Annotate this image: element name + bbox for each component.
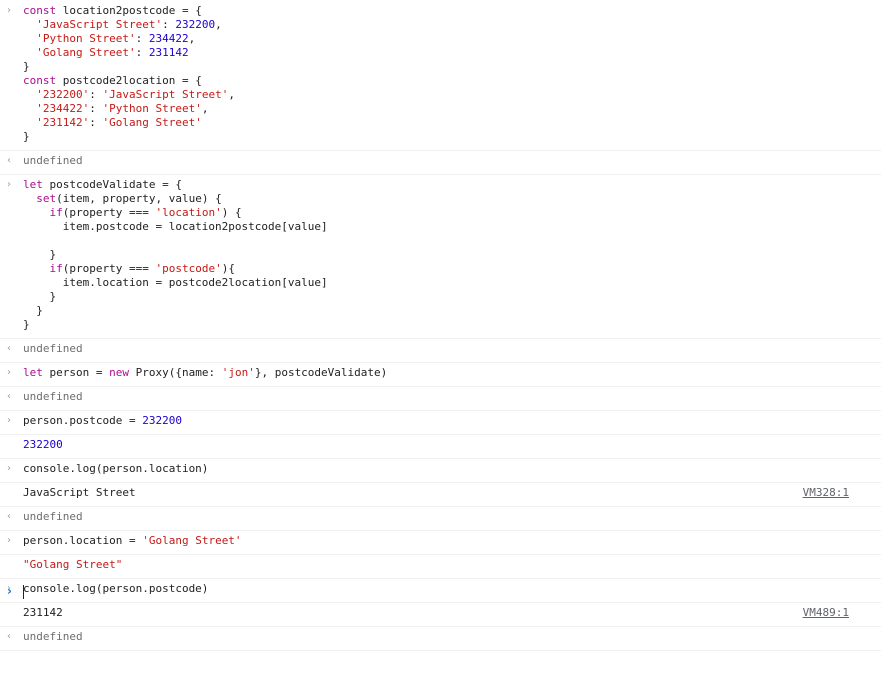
code-line[interactable]: '231142': 'Golang Street' (23, 116, 202, 130)
code-line[interactable]: const location2postcode = { (23, 4, 202, 18)
console-entry-return (0, 506, 881, 529)
prompt-icon: › (7, 584, 12, 598)
return-value: undefined (23, 630, 83, 643)
return-value: undefined (23, 510, 83, 523)
devtools-console: › const location2postcode = { 'JavaScript… (0, 0, 881, 651)
console-entry-result (0, 434, 881, 457)
chevron-right-icon: › (7, 179, 11, 190)
result-value: "Golang Street" (23, 558, 123, 571)
code-line[interactable]: if(property === 'location') { (23, 206, 242, 220)
source-link[interactable]: VM328:1 (803, 486, 849, 500)
code-line[interactable]: let person = new Proxy({name: 'jon'}, po… (23, 366, 387, 380)
chevron-right-icon: › (7, 415, 11, 426)
code-line[interactable]: let postcodeValidate = { (23, 178, 182, 192)
code-line[interactable]: } (23, 290, 56, 304)
return-value: undefined (23, 154, 83, 167)
console-entry-return (0, 626, 881, 649)
code-line[interactable]: const postcode2location = { (23, 74, 202, 88)
code-line[interactable]: } (23, 60, 30, 74)
chevron-right-icon: › (7, 463, 11, 474)
code-line[interactable]: '234422': 'Python Street', (23, 102, 208, 116)
console-entry-log (0, 602, 881, 625)
code-line[interactable]: 'Python Street': 234422, (23, 32, 195, 46)
return-arrow-icon: ‹ (7, 155, 11, 166)
console-input-caret[interactable] (23, 585, 24, 599)
code-line[interactable]: person.postcode = 232200 (23, 414, 182, 428)
return-arrow-icon: ‹ (7, 631, 11, 642)
code-line[interactable]: if(property === 'postcode'){ (23, 262, 235, 276)
console-entry-return (0, 150, 881, 173)
return-arrow-icon: ‹ (7, 391, 11, 402)
code-line[interactable]: 'Golang Street': 231142 (23, 46, 188, 60)
code-line[interactable]: console.log(person.postcode) (23, 582, 208, 596)
code-line[interactable]: item.location = postcode2location[value] (23, 276, 328, 290)
code-line[interactable]: } (23, 318, 30, 332)
console-prompt-row[interactable] (0, 650, 881, 678)
code-line[interactable]: } (23, 304, 43, 318)
code-line[interactable]: person.location = 'Golang Street' (23, 534, 242, 548)
chevron-right-icon: › (7, 367, 11, 378)
return-arrow-icon: ‹ (7, 511, 11, 522)
code-line[interactable]: '232200': 'JavaScript Street', (23, 88, 235, 102)
log-message: 231142 (23, 606, 63, 619)
return-value: undefined (23, 390, 83, 403)
code-line[interactable]: console.log(person.location) (23, 462, 208, 476)
code-line[interactable]: 'JavaScript Street': 232200, (23, 18, 221, 32)
console-entry-return (0, 338, 881, 361)
code-line[interactable]: } (23, 130, 30, 144)
return-arrow-icon: ‹ (7, 343, 11, 354)
result-value: 232200 (23, 438, 63, 451)
chevron-right-icon: › (7, 5, 11, 16)
log-message: JavaScript Street (23, 486, 136, 499)
console-entry-result-string (0, 554, 881, 577)
code-line[interactable]: } (23, 248, 56, 262)
chevron-right-icon: › (7, 535, 11, 546)
code-line[interactable]: item.postcode = location2postcode[value] (23, 220, 328, 234)
source-link[interactable]: VM489:1 (803, 606, 849, 620)
console-entry-return (0, 386, 881, 409)
return-value: undefined (23, 342, 83, 355)
code-line[interactable]: set(item, property, value) { (23, 192, 221, 206)
